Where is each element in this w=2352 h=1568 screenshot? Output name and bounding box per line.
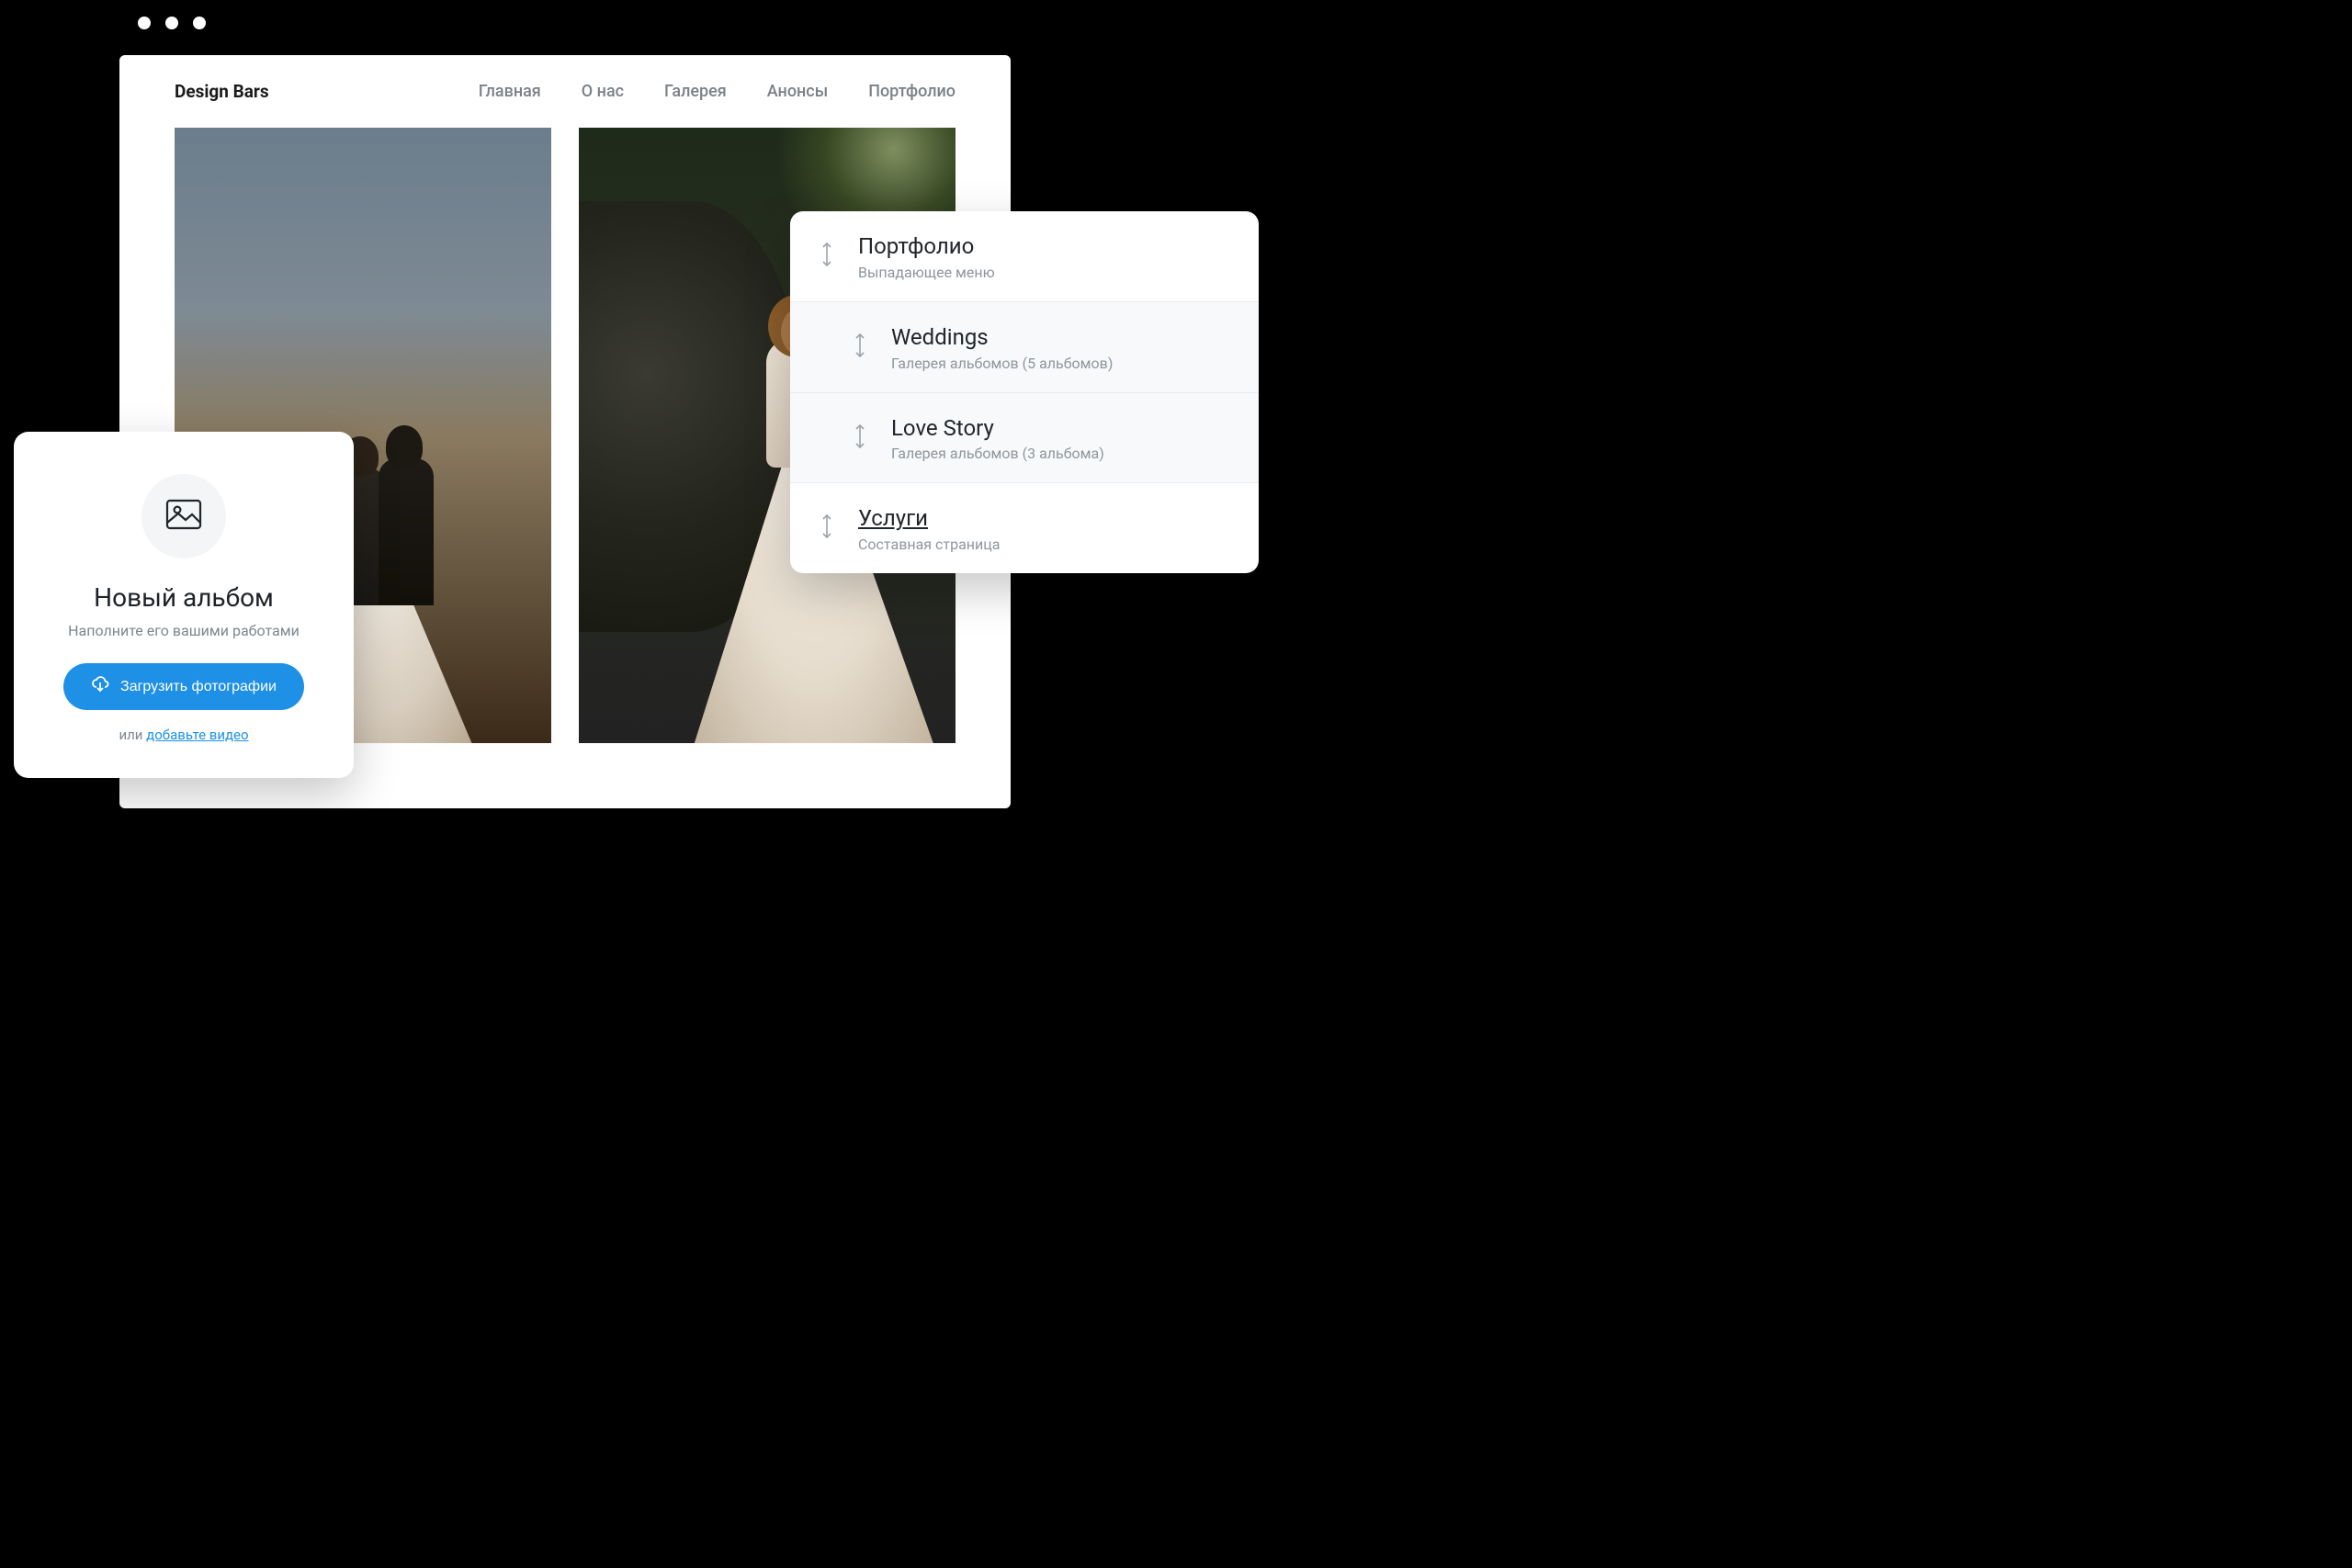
menu-item-subtitle: Составная страница — [858, 536, 1000, 553]
menu-item-subtitle: Выпадающее меню — [858, 264, 995, 281]
add-video-link[interactable]: добавьте видео — [146, 727, 248, 743]
menu-item-subtitle: Галерея альбомов (5 альбомов) — [891, 355, 1113, 372]
portfolio-menu-panel: Портфолио Выпадающее меню Weddings Галер… — [790, 211, 1259, 573]
nav-link-about[interactable]: О нас — [582, 82, 624, 101]
drag-handle-icon[interactable] — [818, 239, 836, 270]
nav-link-gallery[interactable]: Галерея — [664, 82, 727, 101]
chrome-dot — [193, 17, 206, 29]
chrome-dot — [165, 17, 178, 29]
browser-chrome-dots — [138, 17, 206, 29]
cloud-download-icon — [91, 676, 109, 697]
chrome-dot — [138, 17, 151, 29]
menu-item-title: Weddings — [891, 324, 1113, 351]
album-card-subtitle: Наполните его вашими работами — [45, 622, 322, 639]
menu-item-services[interactable]: Услуги Составная страница — [790, 482, 1259, 573]
image-icon — [165, 499, 202, 534]
nav-link-portfolio[interactable]: Портфолио — [868, 82, 956, 101]
upload-photos-button[interactable]: Загрузить фотографии — [63, 663, 304, 710]
nav-link-announces[interactable]: Анонсы — [767, 82, 828, 101]
drag-handle-icon[interactable] — [851, 330, 869, 361]
site-title: Design Bars — [175, 81, 269, 102]
drag-handle-icon[interactable] — [851, 421, 869, 452]
menu-item-title: Услуги — [858, 505, 1000, 532]
or-prefix: или — [119, 727, 146, 743]
menu-item-title: Портфолио — [858, 233, 995, 260]
or-add-video-line: или добавьте видео — [45, 727, 322, 743]
menu-item-portfolio[interactable]: Портфолио Выпадающее меню — [790, 211, 1259, 301]
site-header: Design Bars Главная О нас Галерея Анонсы… — [119, 55, 1011, 128]
menu-item-love-story[interactable]: Love Story Галерея альбомов (3 альбома) — [790, 392, 1259, 483]
menu-item-weddings[interactable]: Weddings Галерея альбомов (5 альбомов) — [790, 301, 1259, 392]
upload-button-label: Загрузить фотографии — [120, 679, 277, 695]
site-nav: Главная О нас Галерея Анонсы Портфолио — [479, 82, 956, 101]
menu-item-title: Love Story — [891, 415, 1104, 442]
drag-handle-icon[interactable] — [818, 511, 836, 542]
new-album-card: Новый альбом Наполните его вашими работа… — [14, 432, 354, 778]
album-card-title: Новый альбом — [45, 582, 322, 613]
nav-link-home[interactable]: Главная — [479, 82, 541, 101]
menu-item-subtitle: Галерея альбомов (3 альбома) — [891, 445, 1104, 462]
image-icon-circle — [141, 474, 226, 558]
